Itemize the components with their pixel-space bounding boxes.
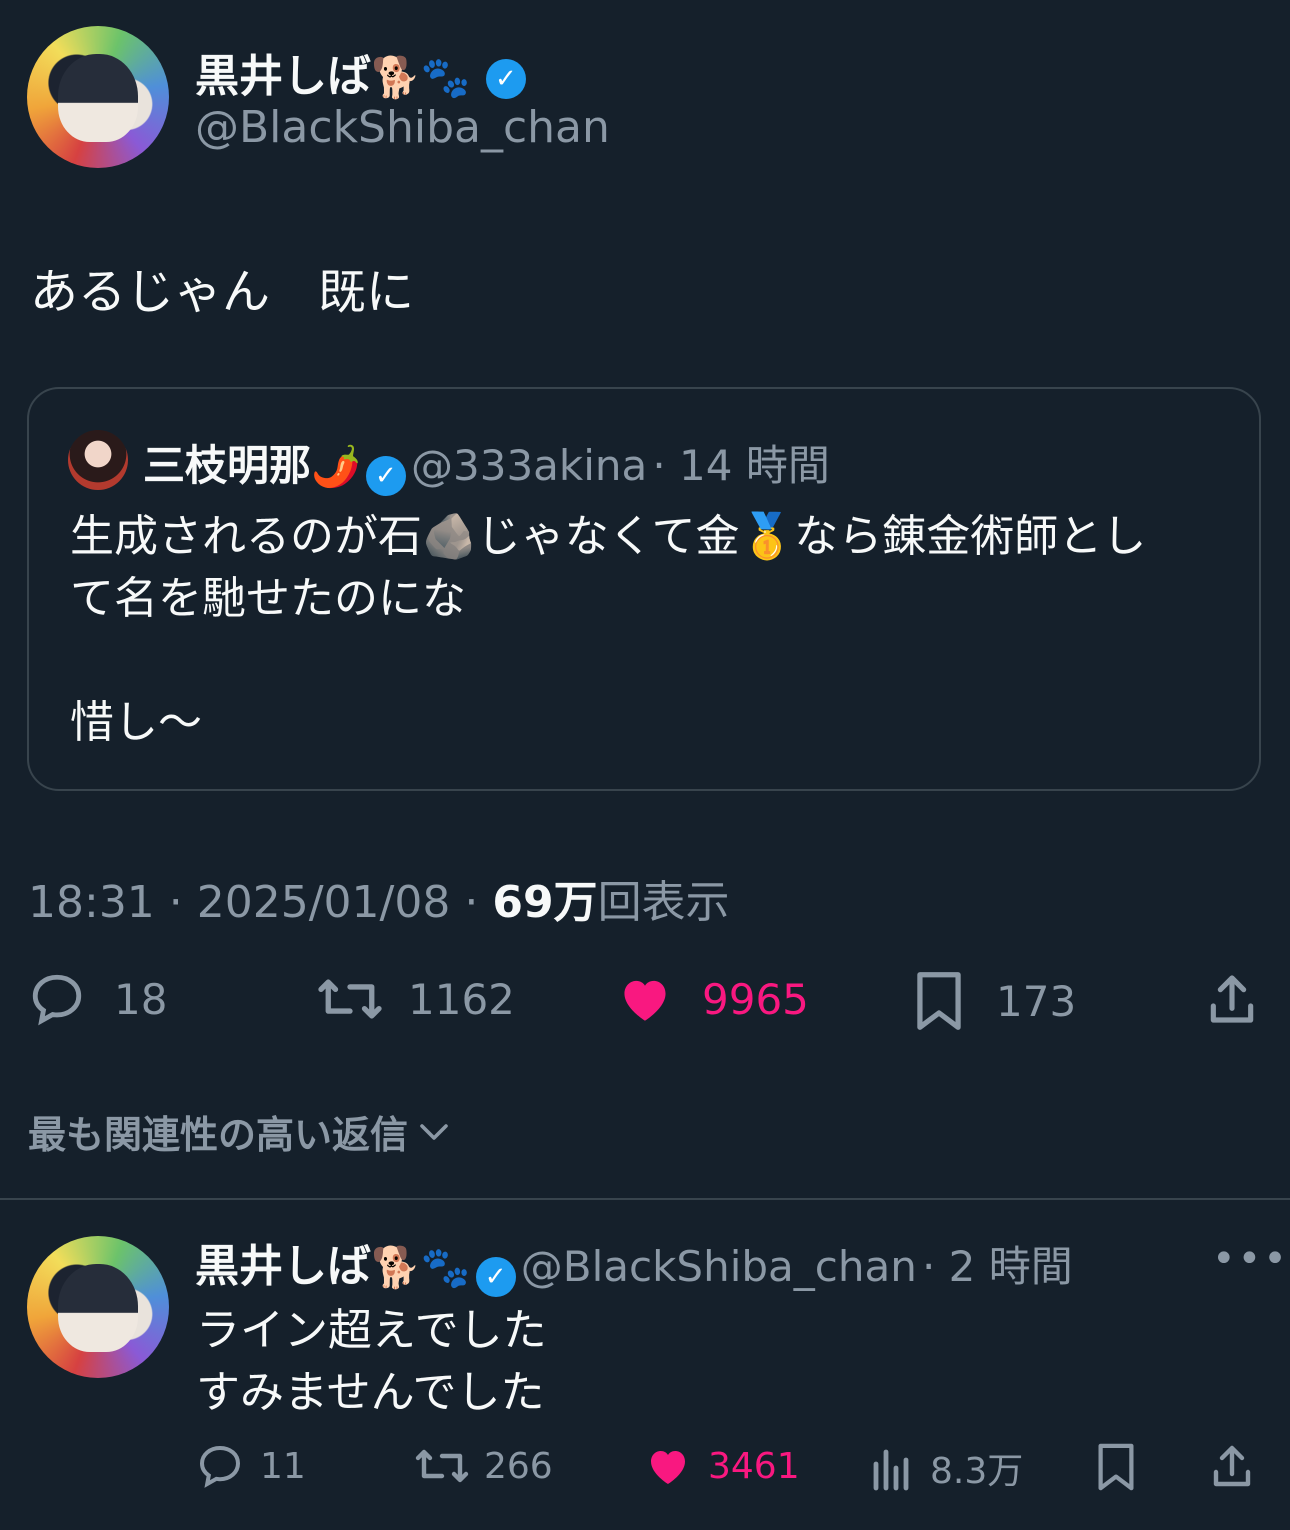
reply-bookmark-button[interactable]: [1094, 1442, 1138, 1492]
reply-display-name[interactable]: 黒井しば: [195, 1241, 371, 1292]
reply-author-avatar[interactable]: [27, 1236, 169, 1378]
share-button[interactable]: [1204, 970, 1260, 1028]
author-display-name: 黒井しば: [195, 51, 371, 102]
tweet-timestamp[interactable]: 18:31 · 2025/01/08 ·: [28, 877, 492, 928]
retweet-button[interactable]: 1162: [316, 970, 515, 1028]
replies-sort-dropdown[interactable]: 最も関連性の高い返信: [28, 1104, 452, 1159]
retweet-count: 1162: [408, 974, 515, 1024]
quote-text-line-3: 惜し〜: [70, 697, 202, 748]
reply-header: 黒井しば🐕🐾 ✓ @BlackShiba_chan · 2 時間: [195, 1230, 1073, 1297]
author-handle[interactable]: @BlackShiba_chan: [195, 102, 610, 153]
quote-time: · 14 時間: [652, 441, 830, 490]
reply-button[interactable]: 18: [28, 970, 167, 1028]
author-name[interactable]: 黒井しば🐕🐾 ✓: [195, 40, 526, 104]
views-count: 69万: [492, 877, 598, 928]
bookmark-count: 173: [996, 976, 1077, 1026]
divider: [0, 1198, 1290, 1200]
heart-filled-icon: [624, 980, 666, 1021]
bookmark-icon: [1098, 1443, 1134, 1491]
tweet-meta: 18:31 · 2025/01/08 · 69万回表示: [28, 866, 730, 930]
reply-time: · 2 時間: [921, 1242, 1073, 1291]
reply-retweet-count: 266: [484, 1445, 553, 1487]
reply-like-button[interactable]: 3461: [644, 1442, 800, 1490]
reply-name-emojis: 🐕🐾: [371, 1245, 471, 1291]
heart-filled-icon: [651, 1451, 685, 1484]
quote-verified-badge-icon: ✓: [365, 455, 406, 496]
name-emojis: 🐕🐾: [371, 55, 471, 101]
bookmark-button[interactable]: 173: [912, 970, 1076, 1032]
reply-handle[interactable]: @BlackShiba_chan: [521, 1242, 917, 1291]
reply-share-button[interactable]: [1208, 1442, 1256, 1490]
author-avatar[interactable]: [27, 26, 169, 168]
reply-views-count: 8.3万: [930, 1451, 1024, 1492]
chevron-down-icon: [420, 1123, 448, 1140]
reply-verified-badge-icon: ✓: [475, 1256, 516, 1297]
reply-views-button[interactable]: 8.3万: [870, 1442, 1023, 1494]
quote-text-line-1: 生成されるのが石🪨じゃなくて金🥇なら錬金術師とし: [70, 511, 1147, 562]
like-count: 9965: [702, 974, 809, 1024]
reply-retweet-button[interactable]: 266: [414, 1442, 553, 1490]
verified-badge-icon: ✓: [485, 59, 526, 99]
like-button[interactable]: 9965: [616, 970, 809, 1028]
replies-sort-label: 最も関連性の高い返信: [28, 1113, 409, 1157]
reply-reply-count: 11: [260, 1445, 306, 1487]
quote-text-line-2: て名を馳せたのにな: [70, 573, 466, 624]
quote-handle: @333akina: [411, 441, 648, 490]
tweet-text: あるじゃん 既に: [30, 264, 415, 320]
reply-like-count: 3461: [708, 1445, 800, 1487]
retweet-icon: [415, 1449, 469, 1483]
reply-icon: [32, 974, 82, 1026]
quote-author-avatar: [68, 430, 128, 490]
quote-header: 三枝明那🌶️ ✓ @333akina · 14 時間: [143, 432, 830, 496]
retweet-icon: [318, 979, 382, 1019]
bookmark-icon: [917, 972, 961, 1030]
quote-display-name: 三枝明那: [143, 441, 312, 490]
share-icon: [1210, 975, 1254, 1023]
analytics-bar-icon: [873, 1449, 909, 1491]
share-icon: [1213, 1445, 1251, 1487]
reply-reply-button[interactable]: 11: [196, 1442, 306, 1490]
reply-text-line-1: ライン超えでした: [196, 1305, 547, 1356]
reply-text-line-2: すみませんでした: [196, 1367, 545, 1418]
views-label: 回表示: [597, 877, 730, 928]
reply-count: 18: [114, 974, 168, 1024]
quote-name-emoji: 🌶️: [311, 444, 361, 490]
reply-icon: [199, 1445, 241, 1488]
more-options-icon[interactable]: •••: [1212, 1236, 1289, 1282]
